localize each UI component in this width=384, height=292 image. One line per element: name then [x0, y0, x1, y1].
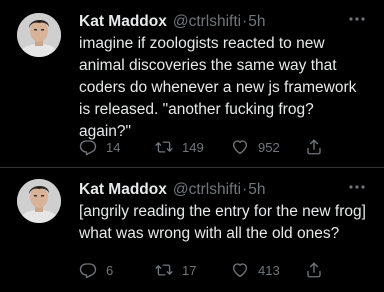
author-handle[interactable]: @ctrlshifti	[173, 13, 241, 30]
heart-icon	[232, 263, 248, 278]
author-name[interactable]: Kat Maddox	[79, 13, 167, 30]
avatar[interactable]	[17, 13, 61, 57]
tweet[interactable]: Kat Maddox @ctrlshifti·5h [angrily readin…	[0, 168, 384, 292]
user-avatar-photo-icon	[17, 13, 61, 57]
reply-icon	[79, 140, 97, 156]
retweet-count: 149	[182, 139, 204, 155]
reply-button[interactable]: 14	[79, 136, 120, 158]
retweet-icon	[155, 141, 173, 153]
retweet-count: 17	[182, 262, 197, 278]
like-count: 413	[258, 262, 280, 278]
reply-button[interactable]: 6	[79, 259, 113, 281]
tweet-text: [angrily reading the entry for the new f…	[79, 203, 366, 242]
timestamp[interactable]: 5h	[248, 181, 265, 198]
like-count: 952	[258, 139, 280, 155]
share-icon	[307, 262, 321, 278]
retweet-button[interactable]: 17	[155, 259, 196, 281]
more-options-icon[interactable]	[347, 12, 367, 26]
user-avatar-photo-icon	[17, 179, 61, 223]
timestamp[interactable]: 5h	[248, 13, 265, 30]
more-options-icon[interactable]	[347, 180, 367, 194]
like-button[interactable]: 413	[231, 259, 280, 281]
tweet[interactable]: Kat Maddox @ctrlshifti·5h imagine if zool…	[0, 0, 384, 168]
tweet-header: Kat Maddox @ctrlshifti·5h	[79, 180, 266, 200]
tweet-header: Kat Maddox @ctrlshifti·5h	[79, 12, 266, 32]
tweet-actions: 14 149 952	[79, 136, 339, 158]
reply-count: 14	[106, 139, 121, 155]
like-button[interactable]: 952	[231, 136, 280, 158]
heart-icon	[232, 140, 248, 155]
avatar[interactable]	[17, 179, 61, 223]
share-button[interactable]	[305, 259, 323, 281]
reply-count: 6	[106, 262, 114, 278]
share-button[interactable]	[305, 136, 323, 158]
author-name[interactable]: Kat Maddox	[79, 181, 167, 198]
retweet-button[interactable]: 149	[155, 136, 204, 158]
reply-icon	[79, 263, 97, 279]
tweet-actions: 6 17 413	[79, 259, 339, 281]
separator-dot: ·	[242, 181, 248, 198]
tweet-text: imagine if zoologists reacted to new ani…	[79, 35, 357, 140]
author-handle[interactable]: @ctrlshifti	[173, 181, 241, 198]
retweet-icon	[155, 264, 173, 276]
share-icon	[307, 139, 321, 155]
separator-dot: ·	[242, 13, 248, 30]
